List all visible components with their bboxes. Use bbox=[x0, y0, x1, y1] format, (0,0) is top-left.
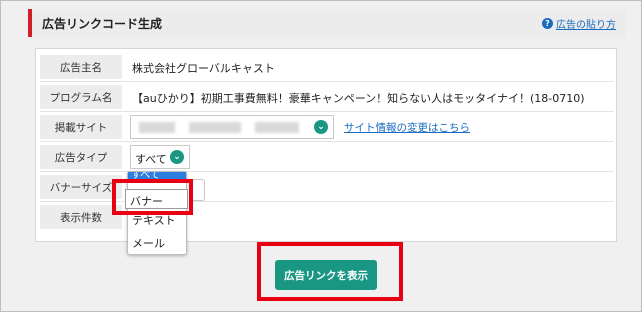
site-change-link[interactable]: サイト情報の変更はこちら bbox=[344, 120, 470, 135]
program-label: プログラム名 bbox=[40, 85, 122, 109]
blurred-site-text bbox=[255, 122, 299, 133]
ad-type-select[interactable]: すべて ⌄ bbox=[130, 145, 190, 169]
help-link[interactable]: ? 広告の貼り方 bbox=[542, 16, 616, 31]
window-frame: 広告リンクコード生成 ? 広告の貼り方 広告主名 株式会社グローバルキャスト プ… bbox=[0, 0, 642, 312]
site-label: 掲載サイト bbox=[40, 115, 122, 139]
page-title: 広告リンクコード生成 bbox=[42, 17, 163, 31]
row-program: プログラム名 【auひかり】初期工事費無料！豪華キャンペーン！知らない人はモッタ… bbox=[40, 82, 614, 112]
show-ad-link-button[interactable]: 広告リンクを表示 bbox=[275, 260, 377, 290]
highlight-banner-option bbox=[112, 179, 193, 215]
row-ad-type: 広告タイプ すべて ⌄ bbox=[40, 142, 614, 172]
chevron-down-icon: ⌄ bbox=[170, 150, 184, 164]
program-value: 【auひかり】初期工事費無料！豪華キャンペーン！知らない人はモッタイナイ！(18… bbox=[132, 92, 585, 105]
chevron-down-icon: ⌄ bbox=[314, 120, 328, 134]
blurred-site-text bbox=[139, 122, 175, 133]
advertiser-value: 株式会社グローバルキャスト bbox=[132, 62, 275, 75]
dropdown-option-mail[interactable]: メール bbox=[132, 235, 165, 251]
display-count-label: 表示件数 bbox=[40, 205, 122, 229]
section-header: 広告リンクコード生成 ? 広告の貼り方 bbox=[28, 9, 626, 37]
banner-size-label: バナーサイズ bbox=[40, 175, 122, 199]
site-select[interactable]: ⌄ bbox=[130, 115, 334, 139]
banner-size-select-edge[interactable] bbox=[193, 179, 205, 201]
blurred-site-text bbox=[189, 122, 241, 133]
ad-type-label: 広告タイプ bbox=[40, 145, 122, 169]
help-icon: ? bbox=[542, 18, 553, 29]
ad-type-select-value: すべて bbox=[135, 153, 167, 166]
help-link-label: 広告の貼り方 bbox=[556, 20, 616, 31]
row-advertiser: 広告主名 株式会社グローバルキャスト bbox=[40, 52, 614, 82]
row-site: 掲載サイト ⌄ サイト情報の変更はこちら bbox=[40, 112, 614, 142]
advertiser-label: 広告主名 bbox=[40, 55, 122, 79]
